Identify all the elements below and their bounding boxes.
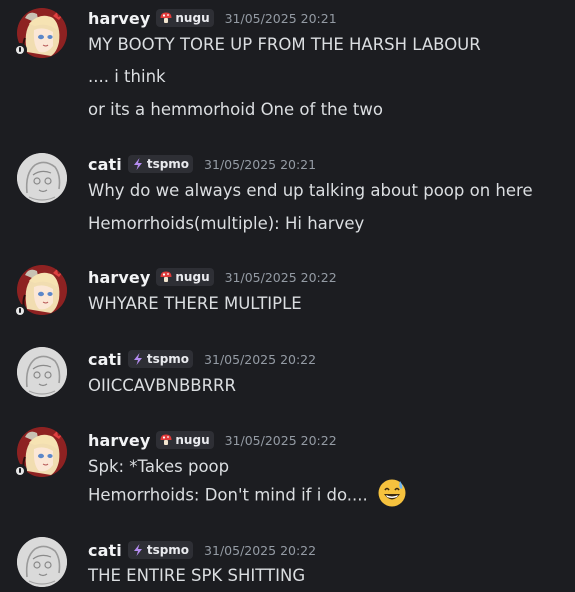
message-text: Why do we always end up talking about po…	[88, 181, 533, 200]
lightning-icon	[131, 543, 145, 557]
message-text: OIICCAVBNBBRRR	[88, 376, 236, 395]
username[interactable]: harvey	[88, 268, 150, 287]
tag-label: nugu	[175, 11, 210, 25]
timestamp[interactable]: 31/05/2025 20:22	[204, 352, 316, 367]
message-text: THE ENTIRE SPK SHITTING	[88, 566, 306, 585]
tag-label: tspmo	[146, 543, 190, 557]
message-group: cati tspmo 31/05/2025 20:22 THE ENTIRE S…	[0, 530, 575, 592]
status-icon	[13, 304, 27, 318]
message-group: cati tspmo 31/05/2025 20:22 OIICCAVBNBBR…	[0, 340, 575, 420]
message-text: WHYARE THERE MULTIPLE	[88, 294, 302, 313]
message-header: harvey nugu 31/05/2025 20:21	[88, 8, 337, 28]
tag-label: tspmo	[146, 352, 190, 366]
username[interactable]: harvey	[88, 9, 150, 28]
message-header: cati tspmo 31/05/2025 20:22	[88, 540, 316, 560]
username[interactable]: cati	[88, 350, 122, 369]
message-header: cati tspmo 31/05/2025 20:22	[88, 349, 316, 369]
message-text: MY BOOTY TORE UP FROM THE HARSH LABOUR	[88, 35, 481, 54]
user-tag[interactable]: tspmo	[127, 155, 194, 173]
status-icon	[13, 43, 27, 57]
tag-label: nugu	[175, 433, 210, 447]
sketch-avatar-icon	[17, 537, 67, 587]
timestamp[interactable]: 31/05/2025 20:21	[204, 157, 316, 172]
mushroom-icon	[159, 270, 173, 284]
username[interactable]: cati	[88, 541, 122, 560]
user-tag[interactable]: nugu	[156, 9, 214, 27]
user-tag[interactable]: tspmo	[127, 350, 194, 368]
avatar[interactable]	[17, 537, 67, 587]
timestamp[interactable]: 31/05/2025 20:22	[225, 433, 337, 448]
mushroom-icon	[159, 11, 173, 25]
tag-label: nugu	[175, 270, 210, 284]
mushroom-icon	[159, 433, 173, 447]
username[interactable]: harvey	[88, 431, 150, 450]
timestamp[interactable]: 31/05/2025 20:22	[225, 270, 337, 285]
message-text: .... i think	[88, 67, 166, 86]
timestamp[interactable]: 31/05/2025 20:21	[225, 11, 337, 26]
message-group: harvey nugu 31/05/2025 20:21 MY BOOTY TO…	[0, 0, 575, 150]
message-text: Spk: *Takes poop	[88, 457, 230, 476]
message-text-span: Hemorrhoids: Don't mind if i do....	[88, 485, 368, 505]
message-header: cati tspmo 31/05/2025 20:21	[88, 154, 316, 174]
tag-label: tspmo	[146, 157, 190, 171]
message-group: cati tspmo 31/05/2025 20:21 Why do we al…	[0, 150, 575, 260]
user-tag[interactable]: nugu	[156, 431, 214, 449]
sketch-avatar-icon	[17, 347, 67, 397]
message-header: harvey nugu 31/05/2025 20:22	[88, 430, 337, 450]
sweat-smile-emoji-icon[interactable]	[377, 478, 407, 508]
lightning-icon	[131, 352, 145, 366]
avatar[interactable]	[17, 347, 67, 397]
user-tag[interactable]: nugu	[156, 268, 214, 286]
status-icon	[13, 464, 27, 478]
message-text: or its a hemmorhoid One of the two	[88, 100, 383, 119]
message-text: Hemorrhoids(multiple): Hi harvey	[88, 214, 365, 233]
message-header: harvey nugu 31/05/2025 20:22	[88, 267, 337, 287]
sketch-avatar-icon	[17, 153, 67, 203]
timestamp[interactable]: 31/05/2025 20:22	[204, 543, 316, 558]
message-group: harvey nugu 31/05/2025 20:22 WHYARE THER…	[0, 260, 575, 340]
lightning-icon	[131, 157, 145, 171]
message-group: harvey nugu 31/05/2025 20:22 Spk: *Takes…	[0, 420, 575, 530]
message-text: Hemorrhoids: Don't mind if i do....	[88, 484, 407, 506]
avatar[interactable]	[17, 153, 67, 203]
username[interactable]: cati	[88, 155, 122, 174]
user-tag[interactable]: tspmo	[127, 541, 194, 559]
